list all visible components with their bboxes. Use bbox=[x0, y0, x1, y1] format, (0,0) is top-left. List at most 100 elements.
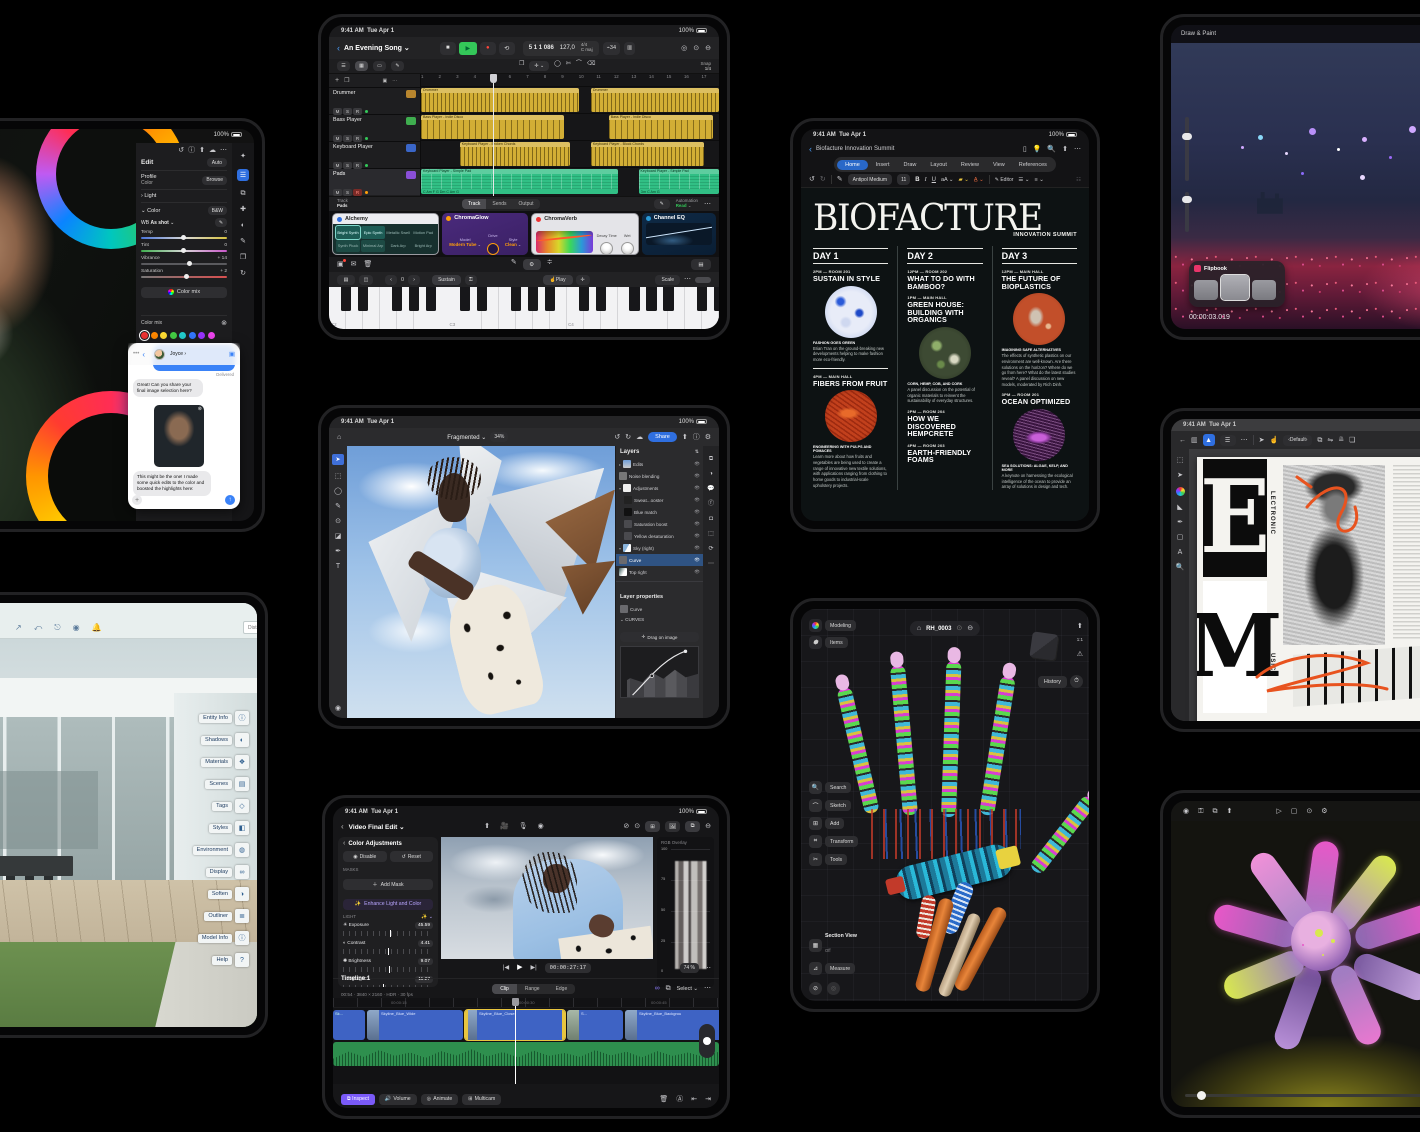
browse-button[interactable]: Browse bbox=[202, 176, 227, 185]
doc-title[interactable]: Biofacture Innovation Summit bbox=[816, 146, 894, 152]
panel-back-icon[interactable]: ‹ bbox=[343, 840, 345, 847]
home-icon[interactable]: ⌂ bbox=[917, 625, 921, 632]
reset-button[interactable]: ↺ Reset bbox=[390, 851, 434, 862]
scale-button[interactable]: Scale bbox=[655, 275, 680, 285]
model-control[interactable]: ModelModern Tube ⌄ bbox=[449, 237, 481, 247]
saturation-slider[interactable]: Saturation+ 2 bbox=[141, 269, 227, 278]
color-section[interactable]: ⌄ Color bbox=[141, 208, 160, 214]
region-keys-1[interactable]: Keyboard Player - Broken Chords bbox=[460, 142, 570, 166]
footer-more-icon[interactable]: ⋯ bbox=[704, 201, 711, 208]
redo-icon[interactable]: ↻ bbox=[625, 434, 631, 441]
canvas-artwork[interactable]: Flipbook 00:00:03.019 bbox=[1171, 43, 1420, 329]
inspector-toggle-button[interactable]: ⧉ bbox=[685, 821, 700, 832]
tab-layout[interactable]: Layout bbox=[924, 160, 953, 170]
transform-tool[interactable]: ⬚ bbox=[335, 473, 342, 480]
style-pen-icon[interactable]: ✎ bbox=[837, 176, 843, 183]
modeling-menu[interactable]: Modeling bbox=[809, 619, 856, 632]
pencil-icon[interactable]: ✎ bbox=[511, 259, 517, 270]
split-left-icon[interactable]: ⇤ bbox=[691, 1096, 697, 1103]
preset-cell[interactable]: Metallic Swell bbox=[386, 226, 410, 239]
comment-icon[interactable]: 💬 bbox=[707, 486, 714, 492]
undo-icon[interactable]: ↺ bbox=[614, 434, 620, 441]
outliner-button[interactable]: Outliner≣ bbox=[193, 909, 249, 923]
camera-icon[interactable]: 🎥 bbox=[500, 823, 509, 830]
editor-button[interactable]: ✎ Editor bbox=[995, 177, 1014, 183]
detach-icon[interactable]: Ⓐ bbox=[676, 1096, 683, 1103]
font-name-select[interactable]: Antipol Medium bbox=[848, 174, 892, 185]
versions-icon[interactable]: ❐ bbox=[240, 254, 246, 261]
move-tool[interactable]: ➤ bbox=[1177, 472, 1183, 479]
share-icon[interactable]: ⬆ bbox=[1062, 146, 1068, 153]
tab-home[interactable]: Home bbox=[837, 160, 868, 170]
settings-icon[interactable]: ⊖ bbox=[705, 45, 711, 52]
poster-artboard[interactable]: E M LECTRONIC USIC AV SC bbox=[1197, 457, 1420, 721]
auto-button[interactable]: Auto bbox=[207, 158, 227, 167]
share-icon[interactable]: ⬆ bbox=[1226, 808, 1232, 815]
tab-output[interactable]: Output bbox=[513, 199, 540, 209]
bar-ruler[interactable]: 1234567891011121314151617 bbox=[421, 74, 719, 87]
flipbook-frame-current[interactable] bbox=[1221, 275, 1249, 300]
layer-row[interactable]: ▾Sky (right)👁 bbox=[616, 542, 703, 554]
clip[interactable]: Skyline_Blue_Wide bbox=[367, 1010, 463, 1040]
layer-row[interactable]: Saturation boost👁 bbox=[616, 518, 703, 530]
collapse-icon[interactable]: ⊖ bbox=[967, 625, 973, 632]
cloud-icon[interactable]: ☁ bbox=[636, 434, 643, 441]
play-surface-button[interactable]: ☝ Play bbox=[543, 275, 573, 285]
items-menu[interactable]: ⬢Items bbox=[809, 636, 856, 649]
preset-cell[interactable]: Epic Synth bbox=[361, 226, 385, 239]
chat-icon[interactable]: ✉ bbox=[351, 261, 357, 268]
node-tool-icon[interactable]: ☝ bbox=[1270, 437, 1279, 444]
preset-cell[interactable]: Dark Arp bbox=[386, 240, 410, 253]
pages-icon[interactable]: ▥ bbox=[1191, 437, 1198, 444]
settings-icon[interactable]: ⚙ bbox=[705, 434, 711, 441]
trash-icon[interactable]: 🗑 bbox=[659, 1096, 668, 1103]
tab-view[interactable]: View bbox=[987, 160, 1011, 170]
eraser-tool[interactable]: ◪ bbox=[335, 533, 342, 540]
disable-button[interactable]: ◉ Disable bbox=[343, 851, 387, 862]
region-pads-1[interactable]: Keyboard Player - Simple PadC Am F G Dm … bbox=[421, 169, 618, 194]
tab-clip[interactable]: Clip bbox=[492, 984, 517, 994]
track-header-pads[interactable]: Pads MSR bbox=[329, 168, 420, 195]
overwrite-icon[interactable]: ⧉ bbox=[666, 985, 671, 992]
curves-section[interactable]: ⌄ CURVES bbox=[620, 617, 699, 623]
shadows-button[interactable]: Shadows◐ bbox=[193, 733, 249, 747]
brush-size-slider[interactable] bbox=[1185, 117, 1189, 181]
power-icon[interactable] bbox=[446, 216, 451, 221]
share-button[interactable]: Share bbox=[648, 432, 677, 442]
light-section[interactable]: › Light bbox=[141, 189, 227, 202]
record-icon[interactable]: ◉ bbox=[1183, 808, 1189, 815]
track-header-bass[interactable]: Bass Player MSR bbox=[329, 114, 420, 141]
select-tool[interactable]: ⬚ bbox=[1177, 457, 1184, 464]
mute-button[interactable]: M bbox=[333, 189, 342, 196]
pen-tool[interactable]: ✒ bbox=[1177, 519, 1183, 526]
masking-icon[interactable]: ◐ bbox=[241, 222, 245, 229]
flipbook-panel[interactable]: Flipbook bbox=[1189, 261, 1285, 307]
transform-icon[interactable]: ⧉ bbox=[1317, 437, 1322, 444]
region-pads-2[interactable]: Keyboard Player - Simple PadDm C Am G bbox=[639, 169, 719, 194]
mixer-icon[interactable]: ◎ bbox=[681, 45, 687, 52]
undo-icon[interactable]: ↺ bbox=[809, 176, 815, 183]
audio-track[interactable] bbox=[333, 1042, 719, 1066]
doc-name[interactable]: Fragmented ⌄ bbox=[447, 434, 486, 441]
automation-mode[interactable]: AutomationRead ⌄ bbox=[676, 199, 698, 209]
mask-icon[interactable]: ◘ bbox=[709, 516, 713, 522]
track-header-keys[interactable]: Keyboard Player MSR bbox=[329, 141, 420, 168]
style-preset-select[interactable]: ‹ Default › bbox=[1283, 435, 1312, 446]
mobile-view-icon[interactable]: ▯ bbox=[1023, 146, 1027, 153]
solo-button[interactable]: S bbox=[343, 135, 352, 142]
record-enable-button[interactable]: R bbox=[353, 108, 362, 115]
plugin-chromaverb[interactable]: ChromaVerb Decay Time Wet bbox=[531, 213, 638, 255]
retime-icon[interactable]: ⊙ bbox=[634, 823, 640, 830]
edit-tool-icon[interactable]: ☰ bbox=[237, 169, 249, 181]
pencil-icon[interactable]: ✎ bbox=[391, 61, 404, 71]
enhance-button[interactable]: ✨ Enhance Light and Color bbox=[343, 899, 433, 910]
contrast-slider[interactable]: ◐ Contrast4.41 bbox=[343, 940, 433, 954]
style-control[interactable]: StyleClean ⌄ bbox=[505, 237, 521, 247]
presets-icon[interactable]: ✦ bbox=[240, 153, 246, 160]
live-icon[interactable]: ◉ bbox=[538, 823, 544, 830]
export-icon[interactable]: ⎋ bbox=[54, 623, 60, 633]
distance-input[interactable] bbox=[243, 621, 257, 634]
rotate-icon[interactable]: ⟳ bbox=[708, 546, 713, 552]
piano-keyboard[interactable]: C2 C3 C4 bbox=[329, 287, 719, 329]
playhead[interactable] bbox=[493, 74, 494, 196]
